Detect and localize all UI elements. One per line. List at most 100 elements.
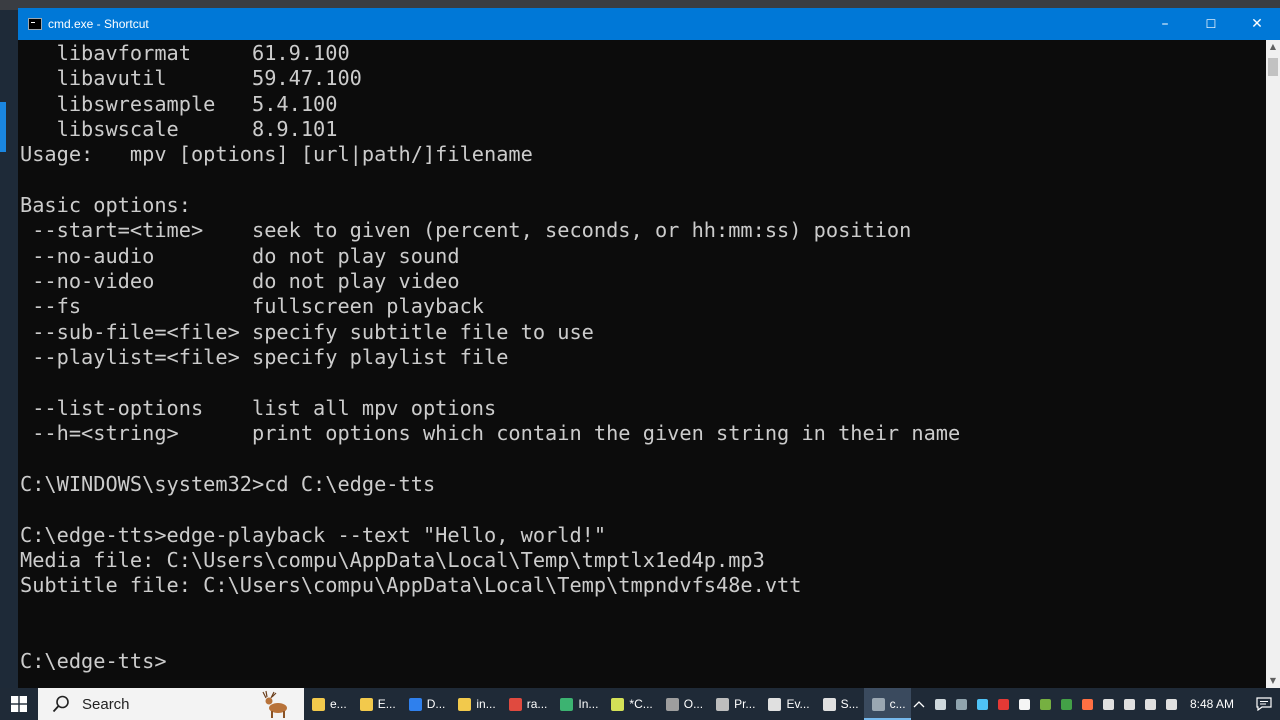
title-bar[interactable]: cmd.exe - Shortcut – ☐ ✕ — [18, 8, 1280, 40]
tray-glyph-icon — [1144, 698, 1156, 710]
app-label: in... — [476, 697, 496, 711]
taskbar-app-button[interactable]: In... — [552, 688, 603, 720]
cmd-window[interactable]: cmd.exe - Shortcut – ☐ ✕ libavformat 61.… — [18, 8, 1280, 688]
taskbar-app-button[interactable]: in... — [450, 688, 500, 720]
app-icon — [716, 697, 730, 711]
app-icon — [508, 697, 522, 711]
tray-glyph-icon — [955, 698, 967, 710]
window-controls: – ☐ ✕ — [1142, 8, 1280, 40]
start-button[interactable] — [0, 688, 38, 720]
tray-icon[interactable] — [930, 688, 951, 720]
taskbar-app-button[interactable]: S... — [815, 688, 864, 720]
scroll-up-icon[interactable]: ▲ — [1266, 40, 1280, 54]
tray-icon[interactable] — [1140, 688, 1161, 720]
tray-icon[interactable] — [1014, 688, 1035, 720]
search-label: Search — [82, 695, 130, 713]
tray-glyph-icon — [1060, 698, 1072, 710]
console-line: --start=<time> seek to given (percent, s… — [20, 218, 912, 243]
taskbar-app-button[interactable]: *C... — [603, 688, 657, 720]
cmd-app-icon[interactable] — [28, 18, 42, 30]
console-text: libavformat 61.9.100 libavutil 59.47.100… — [20, 41, 960, 675]
tray-glyph-icon — [1123, 698, 1135, 710]
tray-icon[interactable] — [951, 688, 972, 720]
vertical-scrollbar[interactable]: ▲ ▼ — [1266, 40, 1280, 688]
console-line: Usage: mpv [options] [url|path/]filename — [20, 142, 533, 167]
tray-glyph-icon — [997, 698, 1009, 710]
app-icon — [611, 697, 625, 711]
console-line: --sub-file=<file> specify subtitle file … — [20, 319, 594, 344]
taskbar-app-button[interactable]: Pr... — [708, 688, 760, 720]
console-line: Subtitle file: C:\Users\compu\AppData\Lo… — [20, 573, 802, 598]
scroll-thumb[interactable] — [1268, 58, 1278, 76]
console-output[interactable]: libavformat 61.9.100 libavutil 59.47.100… — [20, 40, 1268, 688]
app-label: In... — [578, 697, 599, 711]
tray-icon[interactable] — [1119, 688, 1140, 720]
taskbar-app-button[interactable]: O... — [658, 688, 708, 720]
tray-glyph-icon — [1039, 698, 1051, 710]
console-line: --h=<string> print options which contain… — [20, 421, 961, 446]
app-icon — [312, 697, 325, 711]
tray-glyph-icon — [1165, 698, 1177, 710]
deer-search-highlight-icon — [262, 690, 287, 718]
taskbar-app-button[interactable]: Ev... — [760, 688, 814, 720]
minimize-button[interactable]: – — [1142, 8, 1188, 40]
search-icon — [52, 695, 69, 713]
console-line: --no-audio do not play sound — [20, 243, 460, 268]
tray-icon[interactable] — [1077, 688, 1098, 720]
console-line: libswresample 5.4.100 — [20, 91, 338, 116]
console-line: libavutil 59.47.100 — [20, 66, 362, 91]
app-icon — [458, 697, 472, 711]
desktop-background-left — [0, 10, 20, 688]
app-label: ra... — [526, 697, 548, 711]
tray-icon-group — [930, 688, 1182, 720]
tray-icon[interactable] — [972, 688, 993, 720]
console-line: --fs fullscreen playback — [20, 294, 484, 319]
system-tray: 8:48 AM — [909, 688, 1280, 720]
taskbar-search-box[interactable]: Search — [38, 688, 304, 720]
tray-icon[interactable] — [993, 688, 1014, 720]
close-button[interactable]: ✕ — [1234, 8, 1280, 40]
clock[interactable]: 8:48 AM — [1182, 697, 1248, 711]
app-label: E... — [377, 697, 396, 711]
maximize-button[interactable]: ☐ — [1188, 8, 1234, 40]
console-line: C:\WINDOWS\system32>cd C:\edge-tts — [20, 471, 436, 496]
app-label: Pr... — [734, 697, 756, 711]
taskbar: Search e... E... D... in... ra... In... *C... O… — [0, 688, 1280, 720]
console-line: --no-video do not play video — [20, 269, 460, 294]
console-line: Basic options: — [20, 193, 191, 218]
taskbar-app-button[interactable]: E... — [352, 688, 401, 720]
console-line: --list-options list all mpv options — [20, 395, 497, 420]
app-label: S... — [840, 697, 859, 711]
console-line: libswscale 8.9.101 — [20, 117, 338, 142]
app-label: c... — [889, 697, 906, 711]
action-center-icon[interactable] — [1248, 688, 1280, 720]
taskbar-app-button[interactable]: ra... — [501, 688, 553, 720]
tray-glyph-icon — [1081, 698, 1093, 710]
scroll-down-icon[interactable]: ▼ — [1266, 674, 1280, 688]
taskbar-apps: e... E... D... in... ra... In... *C... O... Pr..… — [304, 688, 911, 720]
tray-glyph-icon — [934, 698, 946, 710]
tray-icon[interactable] — [1161, 688, 1182, 720]
windows-logo-icon — [11, 696, 27, 712]
show-hidden-icons-icon[interactable] — [909, 688, 930, 720]
app-icon — [822, 697, 836, 711]
app-icon — [665, 697, 679, 711]
window-title: cmd.exe - Shortcut — [48, 17, 149, 31]
tray-glyph-icon — [1018, 698, 1030, 710]
app-label: *C... — [629, 697, 653, 711]
app-icon — [560, 697, 574, 711]
tray-icon[interactable] — [1035, 688, 1056, 720]
app-label: Ev... — [786, 697, 810, 711]
app-icon — [768, 697, 782, 711]
tray-icon[interactable] — [1098, 688, 1119, 720]
taskbar-app-button[interactable]: e... — [304, 688, 352, 720]
console-line: Media file: C:\Users\compu\AppData\Local… — [20, 547, 765, 572]
taskbar-app-button[interactable]: c... — [863, 688, 911, 720]
app-icon — [408, 697, 422, 711]
app-label: D... — [426, 697, 446, 711]
console-line: C:\edge-tts>edge-playback --text "Hello,… — [20, 522, 607, 547]
tray-icon[interactable] — [1056, 688, 1077, 720]
app-label: e... — [330, 697, 347, 711]
taskbar-app-button[interactable]: D... — [401, 688, 451, 720]
console-line: C:\edge-tts> — [20, 649, 167, 674]
